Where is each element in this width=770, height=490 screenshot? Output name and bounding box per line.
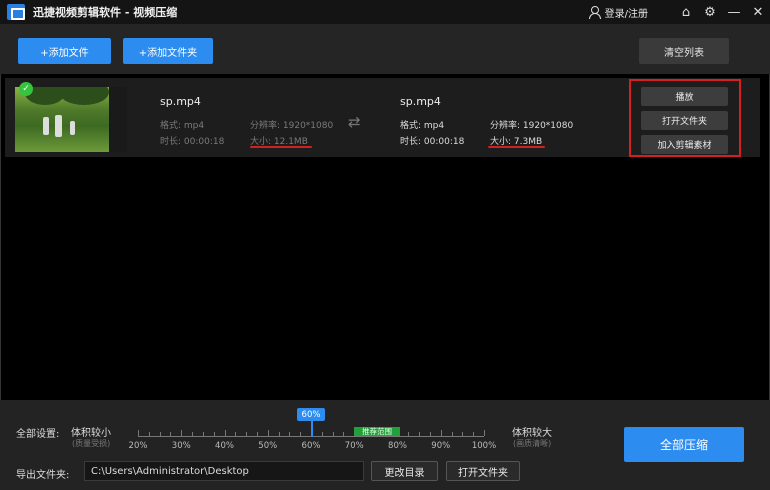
home-icon[interactable]: ⌂	[674, 0, 698, 24]
source-size-annotation	[250, 146, 312, 148]
slider-tick-label: 100%	[471, 441, 497, 451]
slider-tick-label: 20%	[128, 441, 148, 451]
add-file-button[interactable]: +添加文件	[18, 38, 111, 64]
settings-icon[interactable]: ⚙	[698, 0, 722, 24]
smaller-size-note: (质量受损)	[72, 439, 111, 448]
video-thumbnail	[15, 87, 127, 152]
minimize-icon[interactable]: —	[722, 0, 746, 24]
checkmark-icon[interactable]: ✓	[19, 82, 33, 96]
play-button[interactable]: 播放	[641, 87, 728, 106]
login-link[interactable]: 登录/注册	[605, 5, 648, 20]
slider-minor-tick	[289, 432, 291, 436]
toolbar: +添加文件 +添加文件夹 清空列表	[0, 24, 770, 74]
slider-tick	[138, 430, 139, 436]
slider-tick	[484, 430, 485, 436]
slider-minor-tick	[321, 432, 323, 436]
output-duration: 时长: 00:00:18	[400, 137, 465, 147]
slider-tick-label: 30%	[171, 441, 191, 451]
output-resolution: 分辨率: 1920*1080	[490, 121, 574, 131]
slider-tick	[224, 430, 226, 436]
recommended-range: 推荐范围	[354, 427, 400, 436]
file-list: ✓ sp.mp4 格式: mp4 时长: 00:00:18 分辨率: 1920*…	[0, 74, 770, 400]
slider-minor-tick	[343, 432, 345, 436]
file-row[interactable]: ✓ sp.mp4 格式: mp4 时长: 00:00:18 分辨率: 1920*…	[5, 78, 760, 157]
slider-minor-tick	[256, 432, 258, 436]
user-icon[interactable]	[587, 5, 601, 19]
slider-tick	[181, 430, 183, 436]
slider-tick	[267, 430, 269, 436]
add-folder-button[interactable]: +添加文件夹	[123, 38, 213, 64]
slider-minor-tick	[159, 432, 161, 436]
swap-arrows-icon: ⇄	[348, 113, 361, 131]
slider-tick	[440, 430, 442, 436]
window-title: 迅捷视频剪辑软件 - 视频压缩	[33, 6, 178, 19]
compress-all-button[interactable]: 全部压缩	[624, 427, 744, 462]
output-format: 格式: mp4	[400, 121, 445, 131]
slider-minor-tick	[451, 432, 453, 436]
slider-tick-label: 70%	[344, 441, 364, 451]
source-format: 格式: mp4	[160, 121, 205, 131]
slider-minor-tick	[213, 432, 215, 436]
export-path-input[interactable]	[84, 461, 364, 481]
slider-minor-tick	[473, 432, 475, 436]
slider-minor-tick	[148, 432, 150, 436]
slider-value-bubble[interactable]: 60%	[297, 408, 325, 421]
title-bar-controls: 登录/注册 ⌂ ⚙ — ✕	[587, 0, 770, 24]
slider-tick-label: 90%	[431, 441, 451, 451]
source-file-name: sp.mp4	[160, 95, 201, 108]
source-resolution: 分辨率: 1920*1080	[250, 121, 334, 131]
slider-tick-label: 80%	[388, 441, 407, 451]
slider-minor-tick	[278, 432, 280, 436]
slider-minor-tick	[235, 432, 237, 436]
slider-minor-tick	[170, 432, 172, 436]
slider-minor-tick	[408, 432, 410, 436]
open-export-folder-button[interactable]: 打开文件夹	[446, 461, 520, 481]
clear-list-button[interactable]: 清空列表	[639, 38, 729, 64]
slider-minor-tick	[300, 432, 302, 436]
settings-panel: 全部设置: 体积较小 (质量受损) 20% 30% 40% 50% 60% 70% 80% 9…	[0, 400, 770, 490]
output-file-name: sp.mp4	[400, 95, 441, 108]
output-size-annotation	[488, 146, 545, 148]
smaller-size-label: 体积较小	[71, 428, 111, 439]
export-folder-label: 导出文件夹:	[16, 470, 70, 481]
open-folder-button[interactable]: 打开文件夹	[641, 111, 728, 130]
slider-tick-label: 50%	[258, 441, 278, 451]
slider-minor-tick	[192, 432, 194, 436]
add-to-edit-button[interactable]: 加入剪辑素材	[641, 135, 728, 154]
slider-handle[interactable]	[311, 421, 313, 437]
slider-minor-tick	[332, 432, 334, 436]
slider-minor-tick	[419, 432, 421, 436]
larger-size-note: (画质清晰)	[513, 439, 552, 448]
app-logo-icon	[7, 4, 25, 20]
change-directory-button[interactable]: 更改目录	[371, 461, 438, 481]
slider-tick-label: 60%	[301, 441, 321, 451]
row-actions-highlight: 播放 打开文件夹 加入剪辑素材	[629, 79, 741, 157]
slider-minor-tick	[429, 432, 431, 436]
larger-size-label: 体积较大	[512, 428, 552, 439]
close-icon[interactable]: ✕	[746, 0, 770, 24]
slider-minor-tick	[202, 432, 204, 436]
slider-minor-tick	[246, 432, 248, 436]
slider-tick-label: 40%	[215, 441, 234, 451]
global-settings-label: 全部设置:	[16, 429, 60, 440]
title-bar: 迅捷视频剪辑软件 - 视频压缩 登录/注册 ⌂ ⚙ — ✕	[0, 0, 770, 24]
source-duration: 时长: 00:00:18	[160, 137, 225, 147]
slider-minor-tick	[462, 432, 464, 436]
